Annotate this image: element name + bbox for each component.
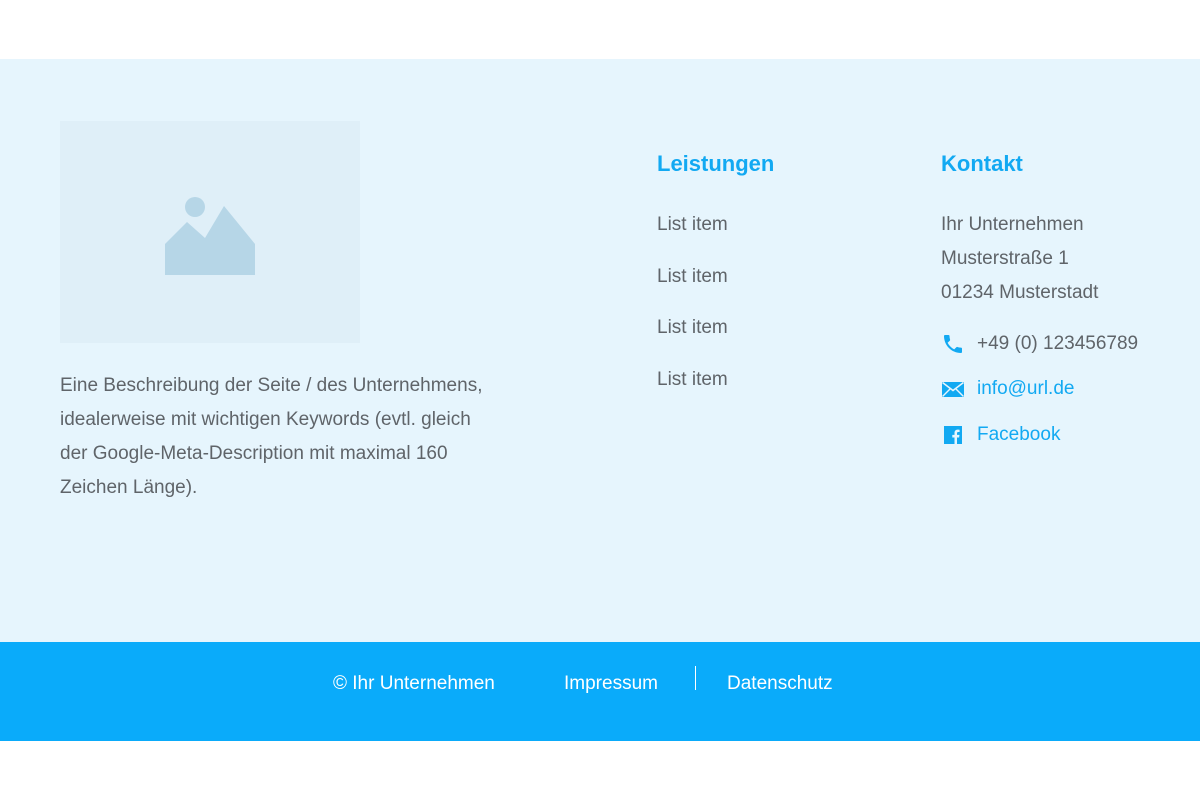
contact-address: Ihr Unternehmen Musterstraße 1 01234 Mus…: [941, 208, 1098, 310]
email-link[interactable]: info@url.de: [977, 376, 1074, 402]
copyright-text: © Ihr Unternehmen: [333, 673, 495, 694]
contact-heading: Kontakt: [941, 151, 1023, 176]
image-placeholder-icon: [165, 197, 255, 275]
address-company: Ihr Unternehmen: [941, 214, 1084, 235]
footer-bottom-bar: © Ihr Unternehmen Impressum Datenschutz: [0, 642, 1200, 741]
link-divider: [695, 666, 696, 690]
site-description: Eine Beschreibung der Seite / des Untern…: [60, 375, 483, 498]
contact-phone: +49 (0) 123456789: [941, 331, 1138, 357]
facebook-link[interactable]: Facebook: [977, 422, 1060, 448]
phone-number: +49 (0) 123456789: [977, 333, 1139, 354]
datenschutz-link[interactable]: Datenschutz: [727, 671, 833, 697]
services-list-item[interactable]: List item: [657, 212, 728, 238]
address-city: 01234 Musterstadt: [941, 282, 1099, 303]
services-list-item[interactable]: List item: [657, 264, 728, 290]
facebook-icon: [941, 423, 965, 447]
mail-icon: [941, 377, 965, 401]
phone-icon: [941, 332, 965, 356]
services-heading: Leistungen: [657, 151, 775, 176]
address-street: Musterstraße 1: [941, 248, 1069, 269]
services-list-item[interactable]: List item: [657, 315, 728, 341]
logo-placeholder: [60, 121, 360, 343]
contact-facebook[interactable]: Facebook: [941, 422, 1060, 448]
footer-main: Eine Beschreibung der Seite / des Untern…: [0, 59, 1200, 642]
impressum-link[interactable]: Impressum: [564, 671, 658, 697]
contact-email[interactable]: info@url.de: [941, 376, 1074, 402]
services-list-item[interactable]: List item: [657, 367, 728, 393]
